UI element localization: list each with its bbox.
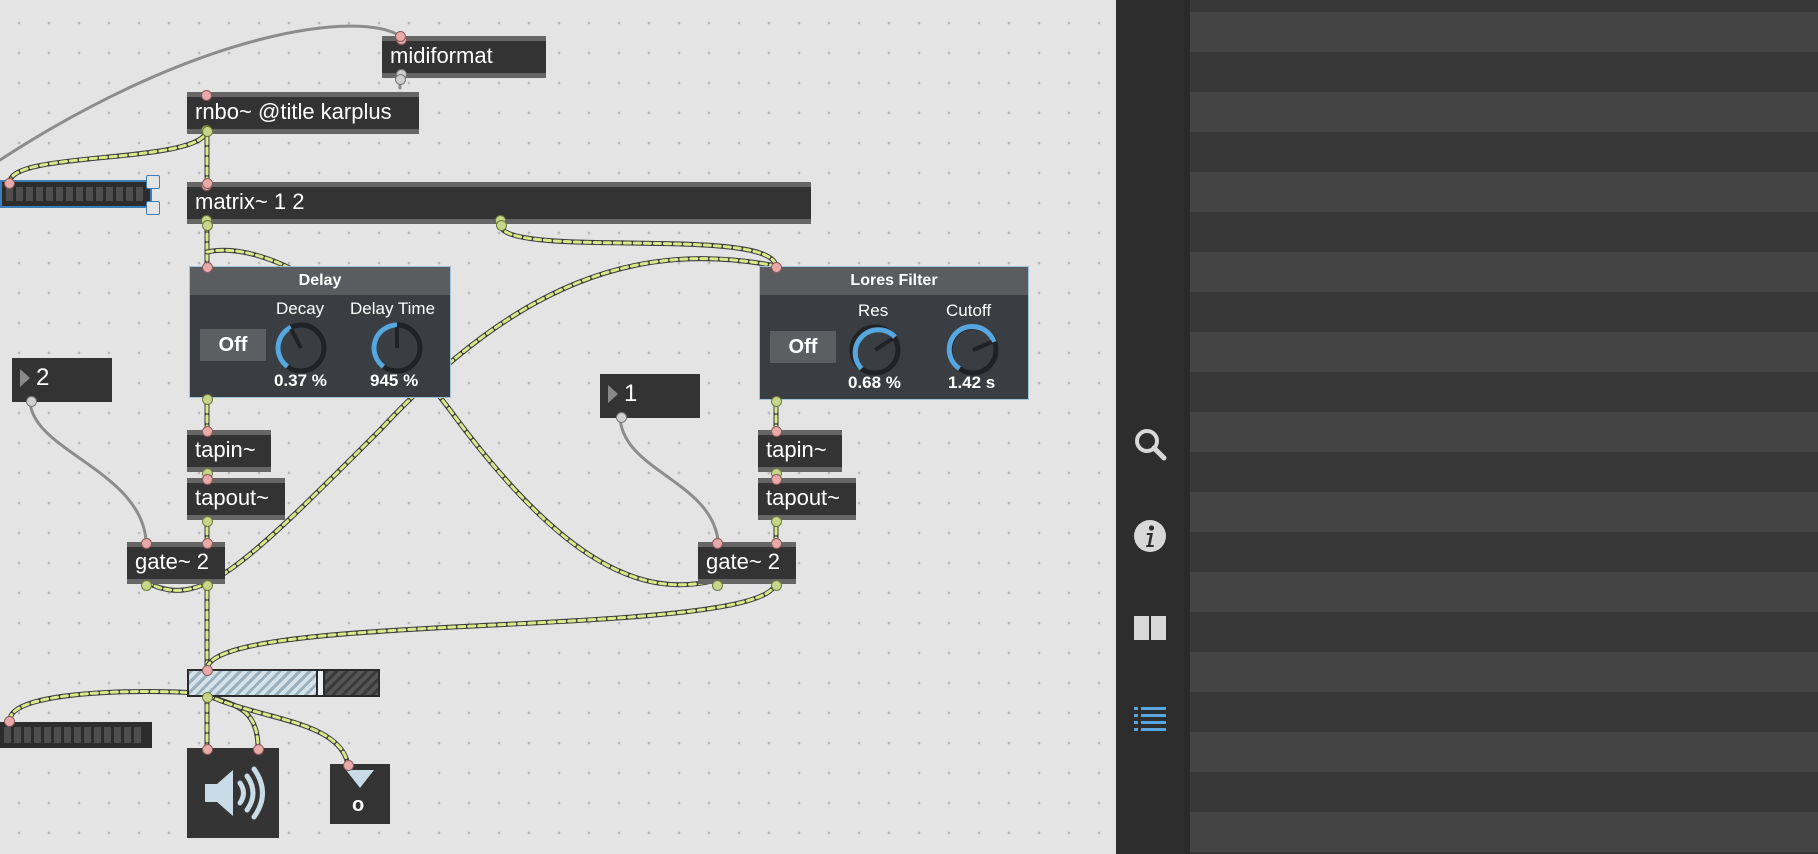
sidebar-toolbar <box>1116 0 1184 854</box>
level-meter <box>0 180 152 208</box>
ezdac-speaker-button[interactable] <box>187 748 279 838</box>
info-button[interactable] <box>1116 506 1184 566</box>
decay-label: Decay <box>276 299 325 318</box>
patch-cords <box>0 24 779 768</box>
res-knob[interactable] <box>848 323 902 377</box>
midiformat-object[interactable]: midiformat <box>382 34 546 80</box>
object-text: matrix~ 1 2 <box>195 189 305 214</box>
number-box-right[interactable]: 1 <box>600 374 700 418</box>
number-value: 2 <box>36 364 50 391</box>
delay-time-knob[interactable] <box>370 321 424 375</box>
info-icon <box>1134 520 1166 552</box>
tapout-left-object[interactable]: tapout~ <box>187 478 285 520</box>
output-level-meter <box>0 722 152 748</box>
reference-icon <box>1134 616 1166 640</box>
resize-handle[interactable] <box>146 175 160 189</box>
number-box-left[interactable]: 2 <box>12 358 112 402</box>
patcher-canvas[interactable]: midiformat rnbo~ @title karplus matrix~ … <box>0 0 1116 854</box>
inlet[interactable] <box>201 90 212 101</box>
sidebar-list-panel[interactable] <box>1184 0 1818 854</box>
object-text: gate~ 2 <box>135 549 210 574</box>
speaker-icon <box>205 766 265 820</box>
gain-slider-handle[interactable] <box>316 669 325 697</box>
tapin-right-object[interactable]: tapin~ <box>758 430 842 472</box>
delay-time-label: Delay Time <box>350 299 436 318</box>
object-text: tapout~ <box>195 485 270 510</box>
matrix-object[interactable]: matrix~ 1 2 <box>187 180 811 226</box>
rnbo-object[interactable]: rnbo~ @title karplus <box>187 90 419 136</box>
search-button[interactable] <box>1116 414 1184 474</box>
number-value: 1 <box>624 380 638 407</box>
output-number-value: o <box>352 794 365 816</box>
number-arrow-icon <box>608 385 618 403</box>
gain-slider-empty <box>325 671 378 695</box>
delay-toggle-button[interactable]: Off <box>200 329 266 361</box>
gate-right-object[interactable]: gate~ 2 <box>698 542 796 584</box>
object-text: rnbo~ @title karplus <box>195 99 392 124</box>
object-text: tapout~ <box>766 485 841 510</box>
object-text: gate~ 2 <box>706 549 781 574</box>
tapin-left-object[interactable]: tapin~ <box>187 430 271 472</box>
decay-value: 0.37 % <box>274 371 327 390</box>
filter-title: Lores Filter <box>760 267 1028 295</box>
list-button[interactable] <box>1116 690 1184 750</box>
delay-time-value: 945 % <box>370 371 419 390</box>
tapout-right-object[interactable]: tapout~ <box>758 478 856 520</box>
gain-slider[interactable] <box>187 669 380 697</box>
lores-filter-bpatcher[interactable]: Lores Filter Off Res Cutoff 0.68 % 1.42 … <box>759 266 1029 400</box>
object-text: tapin~ <box>195 437 256 462</box>
object-text: midiformat <box>390 43 493 68</box>
res-label: Res <box>858 301 889 320</box>
output-number-box[interactable]: o <box>330 764 390 824</box>
delay-bpatcher[interactable]: Delay Off Decay Delay Time 0.37 % 945 % <box>189 266 451 398</box>
delay-title: Delay <box>190 267 450 295</box>
filter-toggle-button[interactable]: Off <box>770 331 836 363</box>
object-text: tapin~ <box>766 437 827 462</box>
cutoff-knob[interactable] <box>946 323 1000 377</box>
number-arrow-icon <box>20 369 30 387</box>
search-icon <box>1135 429 1167 461</box>
decay-knob[interactable] <box>274 321 328 375</box>
cutoff-label: Cutoff <box>946 301 992 320</box>
cutoff-value: 1.42 s <box>948 373 996 392</box>
dropdown-triangle-icon <box>346 770 374 788</box>
resize-handle[interactable] <box>146 201 160 215</box>
gate-left-object[interactable]: gate~ 2 <box>127 542 225 584</box>
list-icon <box>1134 707 1166 731</box>
reference-button[interactable] <box>1116 598 1184 658</box>
res-value: 0.68 % <box>848 373 901 392</box>
